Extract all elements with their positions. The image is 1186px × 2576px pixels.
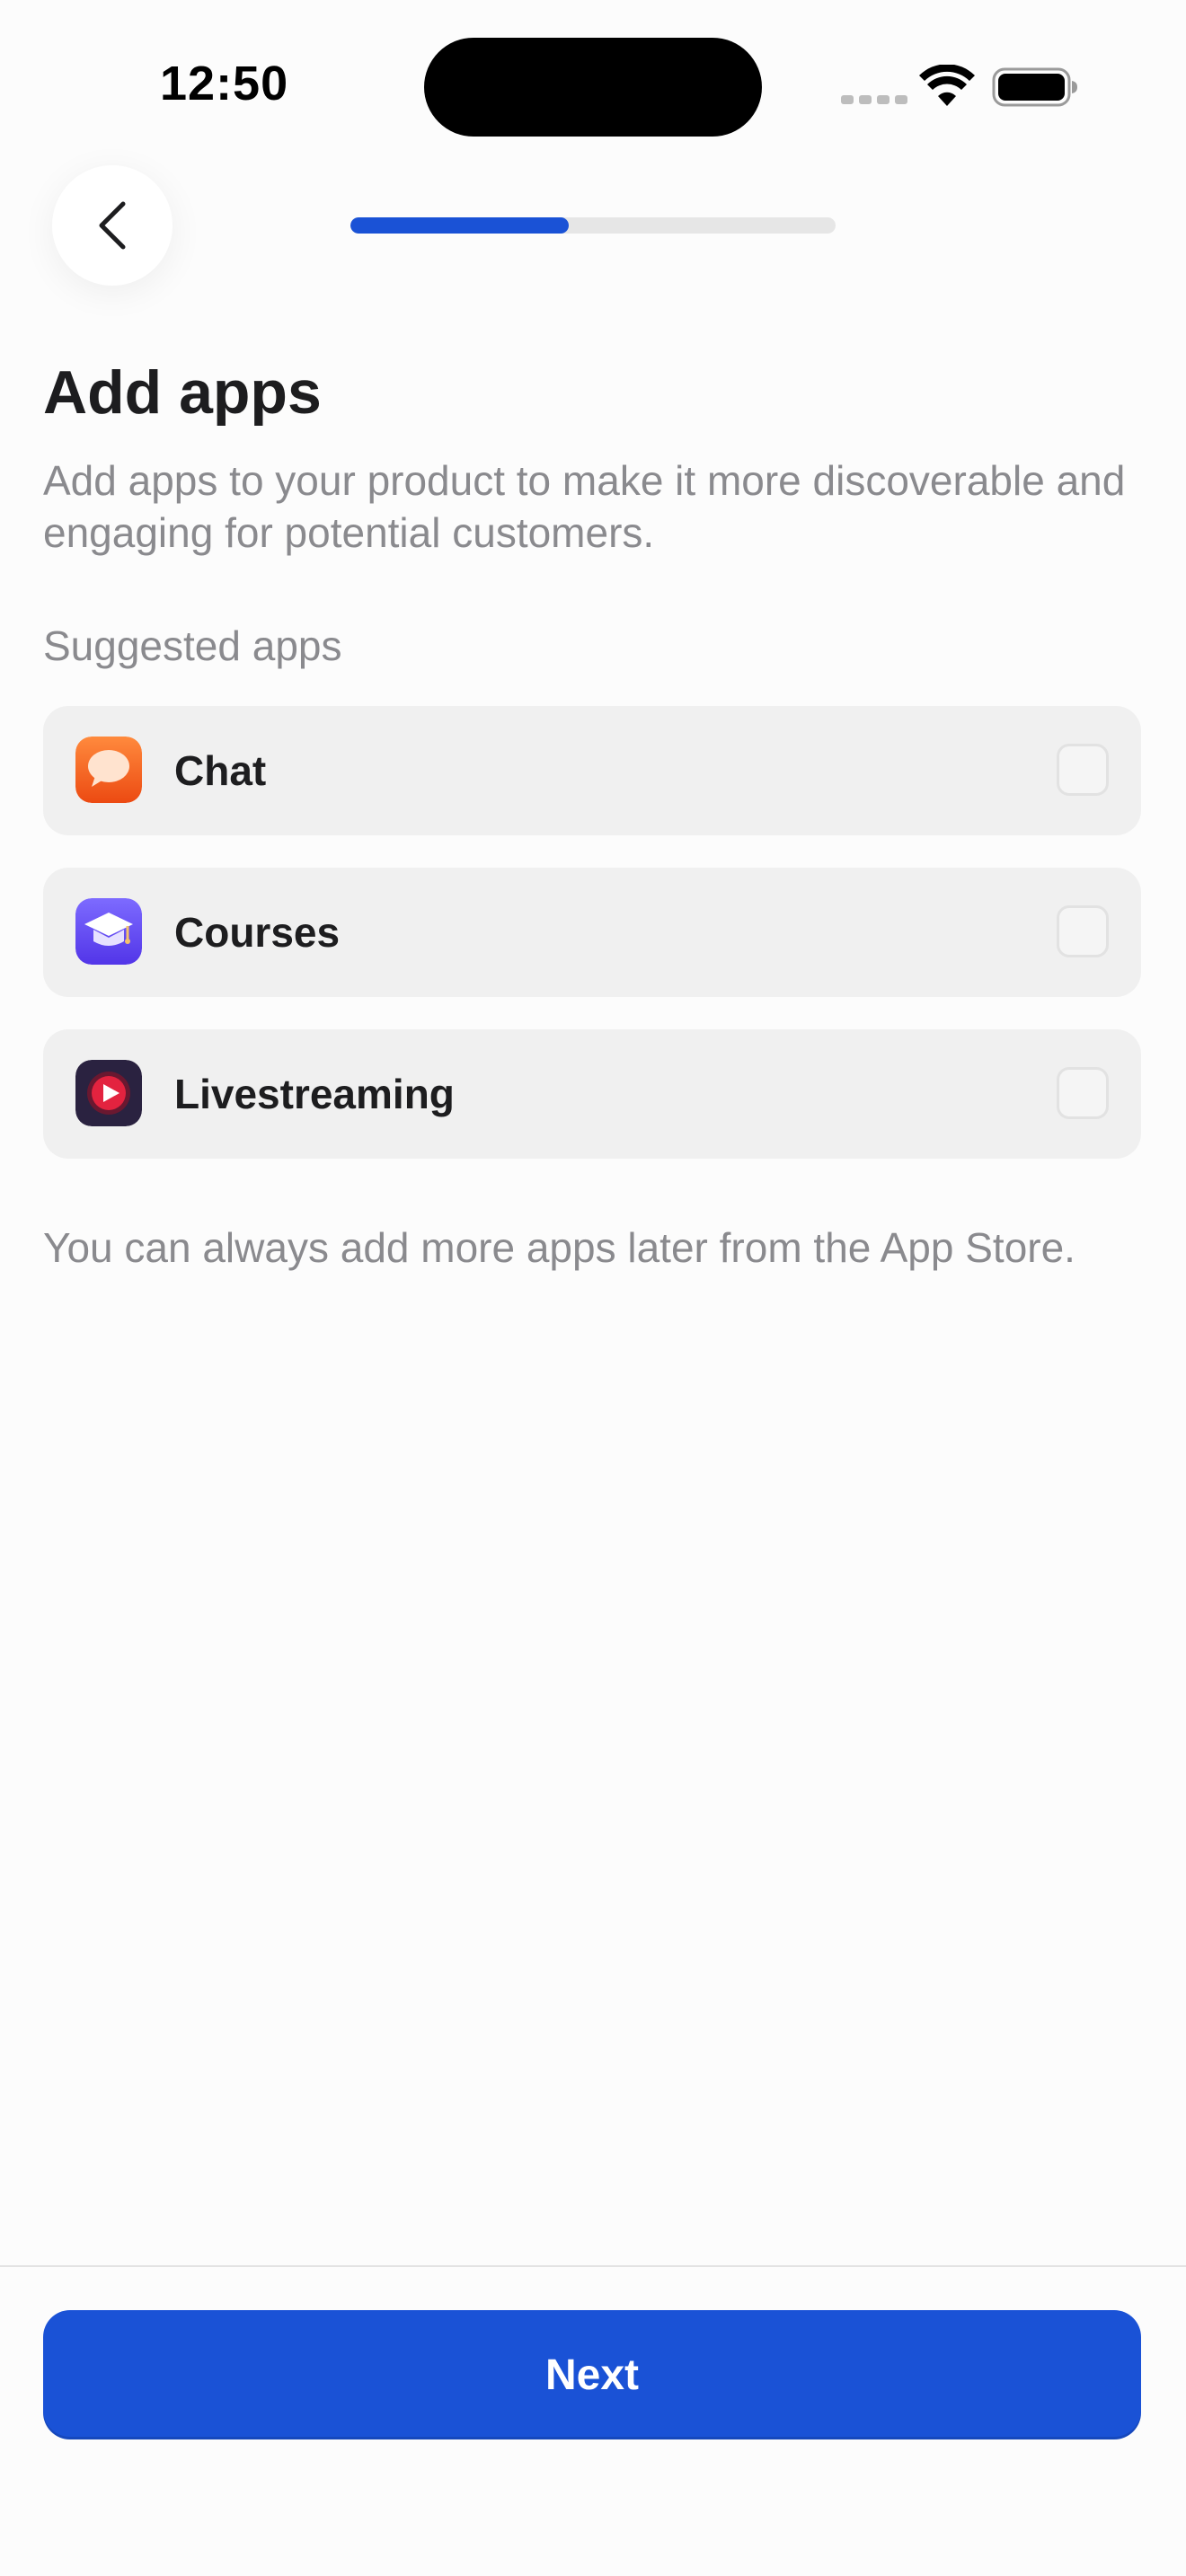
checkbox-chat[interactable]: [1057, 744, 1109, 796]
back-button[interactable]: [52, 165, 173, 286]
wifi-icon: [919, 65, 975, 106]
battery-icon: [992, 67, 1077, 107]
app-name: Livestreaming: [174, 1071, 455, 1117]
chevron-left-icon: [99, 201, 126, 250]
progress-fill: [350, 217, 569, 234]
cellular-signal-icon: [841, 95, 907, 104]
status-bar: 12:50: [0, 0, 1186, 162]
graduation-cap-icon: [75, 898, 142, 965]
status-time: 12:50: [160, 57, 289, 110]
chat-bubble-icon: [75, 737, 142, 803]
app-row-courses[interactable]: Courses: [43, 868, 1141, 997]
page-title: Add apps: [43, 358, 322, 427]
footer-note: You can always add more apps later from …: [43, 1224, 1075, 1271]
dynamic-island: [424, 38, 762, 137]
page-subtitle: Add apps to your product to make it more…: [43, 457, 1126, 556]
play-record-icon: [75, 1060, 142, 1126]
suggested-apps-list: Chat Courses Livestreaming: [43, 706, 1141, 1191]
next-button[interactable]: Next: [43, 2310, 1141, 2439]
onboarding-progress-bar: [350, 217, 836, 234]
checkbox-livestreaming[interactable]: [1057, 1067, 1109, 1119]
app-row-livestreaming[interactable]: Livestreaming: [43, 1029, 1141, 1159]
checkbox-courses[interactable]: [1057, 905, 1109, 957]
bottom-divider: [0, 2265, 1186, 2267]
app-name: Courses: [174, 909, 341, 956]
app-row-chat[interactable]: Chat: [43, 706, 1141, 835]
app-name: Chat: [174, 747, 267, 794]
section-label: Suggested apps: [43, 622, 342, 669]
